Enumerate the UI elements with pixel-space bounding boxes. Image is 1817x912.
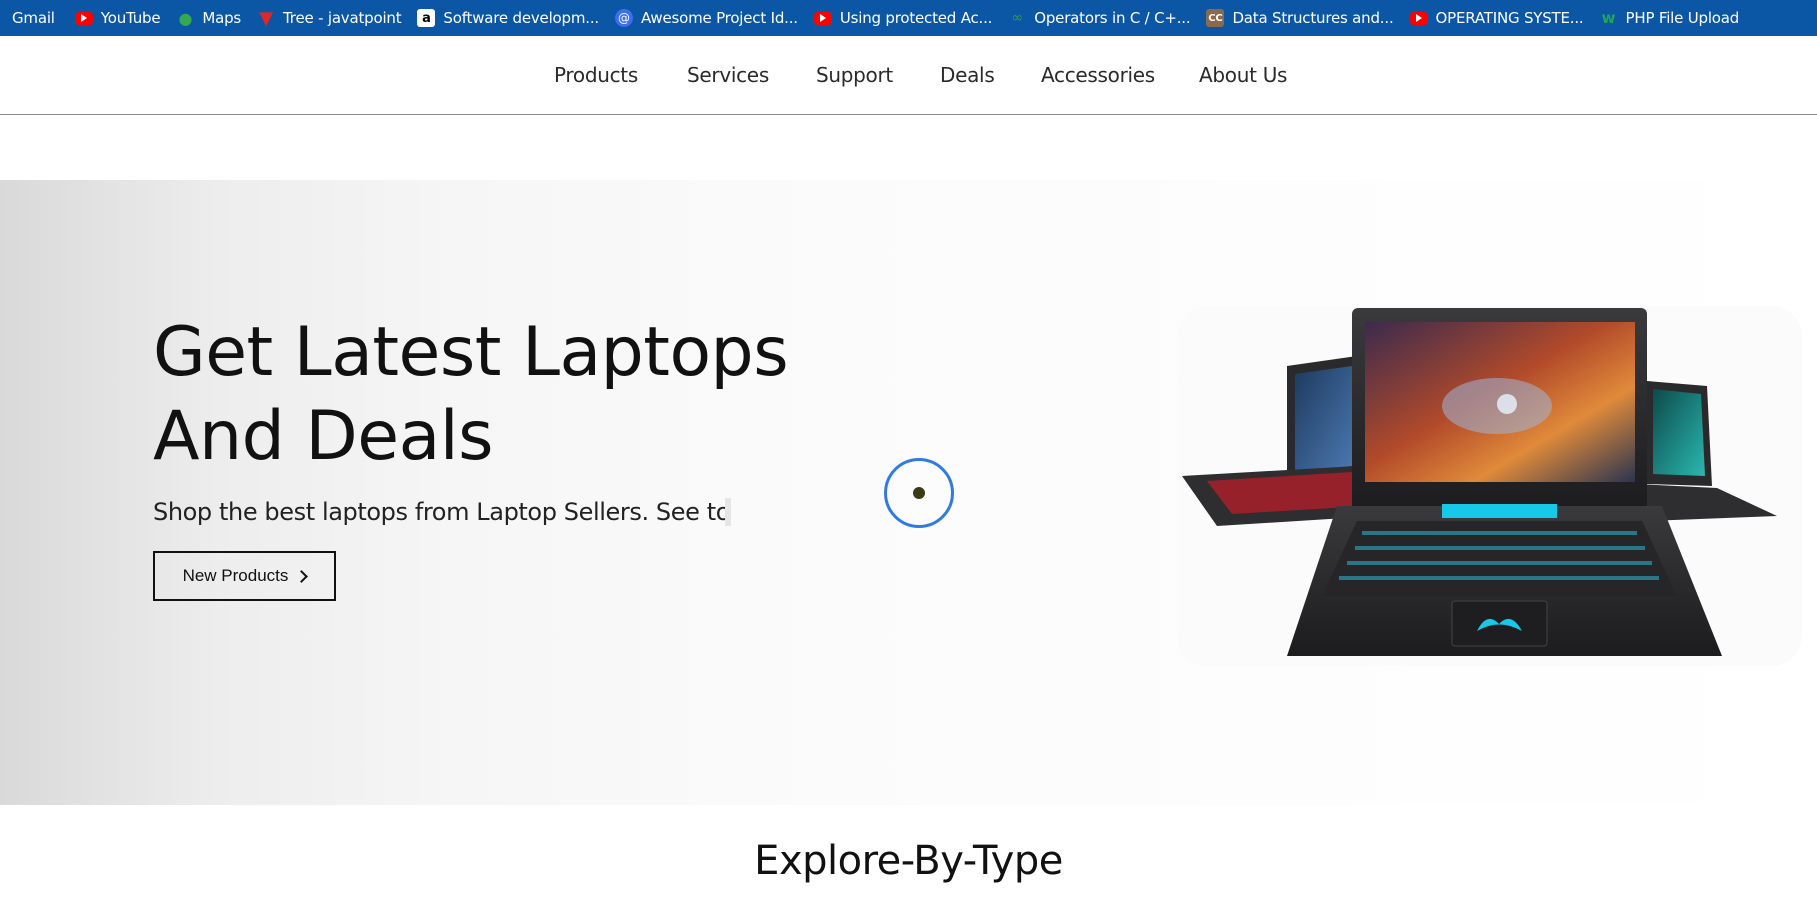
bookmarks-bar: Gmail YouTube ● Maps ▼ Tree - javatpoint…	[0, 0, 1817, 36]
bookmark-javatpoint[interactable]: ▼ Tree - javatpoint	[257, 7, 402, 29]
nav-support[interactable]: Support	[816, 63, 893, 87]
bookmark-operating-system[interactable]: OPERATING SYSTE...	[1409, 9, 1584, 27]
right-laptop-screen	[1653, 389, 1705, 476]
bookmark-label: Awesome Project Id...	[640, 9, 798, 27]
javatpoint-icon: ▼	[259, 7, 273, 29]
cc-icon: CC	[1206, 9, 1225, 27]
nav-products[interactable]: Products	[554, 63, 638, 87]
screen-ship	[1442, 378, 1552, 434]
w3schools-icon: w	[1601, 9, 1616, 27]
youtube-icon	[74, 11, 93, 25]
bookmark-label: Data Structures and...	[1232, 9, 1394, 27]
bookmark-label: Using protected Ac...	[839, 9, 993, 27]
bookmark-maps[interactable]: ● Maps	[176, 8, 242, 28]
bookmark-data-structures[interactable]: CC Data Structures and...	[1206, 9, 1394, 27]
cursor-indicator	[884, 458, 954, 528]
bookmark-label: PHP File Upload	[1625, 9, 1740, 27]
nav-deals[interactable]: Deals	[940, 63, 995, 87]
cursor-dot	[913, 487, 925, 499]
bookmark-php-file-upload[interactable]: w PHP File Upload	[1600, 9, 1740, 27]
geeksforgeeks-icon: ∞	[1011, 10, 1024, 26]
hero-title-line-2: And Deals	[153, 397, 494, 476]
chevron-right-icon	[295, 569, 309, 583]
nav-about-us[interactable]: About Us	[1199, 63, 1287, 87]
left-laptop-screen	[1295, 366, 1352, 472]
bookmark-youtube[interactable]: YouTube	[74, 9, 161, 27]
bookmark-operators[interactable]: ∞ Operators in C / C+...	[1008, 9, 1191, 27]
bookmark-label: YouTube	[100, 9, 161, 27]
youtube-icon	[813, 11, 832, 25]
hero-laptop-image	[1177, 306, 1802, 666]
screen-glow	[1497, 394, 1517, 414]
bookmark-label: OPERATING SYSTE...	[1435, 9, 1584, 27]
nav-services[interactable]: Services	[687, 63, 769, 87]
maps-icon: ●	[178, 8, 193, 28]
hero-subtitle: Shop the best laptops from Laptop Seller…	[153, 498, 731, 526]
bookmark-label: Operators in C / C+...	[1034, 9, 1191, 27]
bookmark-using-protected[interactable]: Using protected Ac...	[813, 9, 993, 27]
hinge-light	[1442, 504, 1557, 518]
amazon-icon: a	[417, 9, 436, 27]
hero-title: Get Latest Laptops And Deals	[153, 311, 793, 479]
at-sign-icon: @	[614, 9, 633, 27]
main-nav: Products Services Support Deals Accessor…	[0, 36, 1817, 115]
bookmark-gmail[interactable]: Gmail	[12, 9, 55, 27]
new-products-button[interactable]: New Products	[153, 551, 336, 601]
youtube-icon	[1409, 11, 1428, 25]
bookmark-software-development[interactable]: a Software developm...	[417, 9, 599, 27]
nav-accessories[interactable]: Accessories	[1041, 63, 1155, 87]
new-products-label: New Products	[182, 566, 289, 585]
bookmark-label: Maps	[202, 9, 242, 27]
bookmark-label: Software developm...	[443, 9, 599, 27]
bookmark-label: Gmail	[12, 9, 55, 27]
bookmark-label: Tree - javatpoint	[283, 9, 402, 27]
hero-title-line-1: Get Latest Laptops	[153, 313, 789, 392]
explore-by-type-title: Explore-By-Type	[754, 838, 1063, 884]
bookmark-awesome-project[interactable]: @ Awesome Project Id...	[614, 9, 798, 27]
